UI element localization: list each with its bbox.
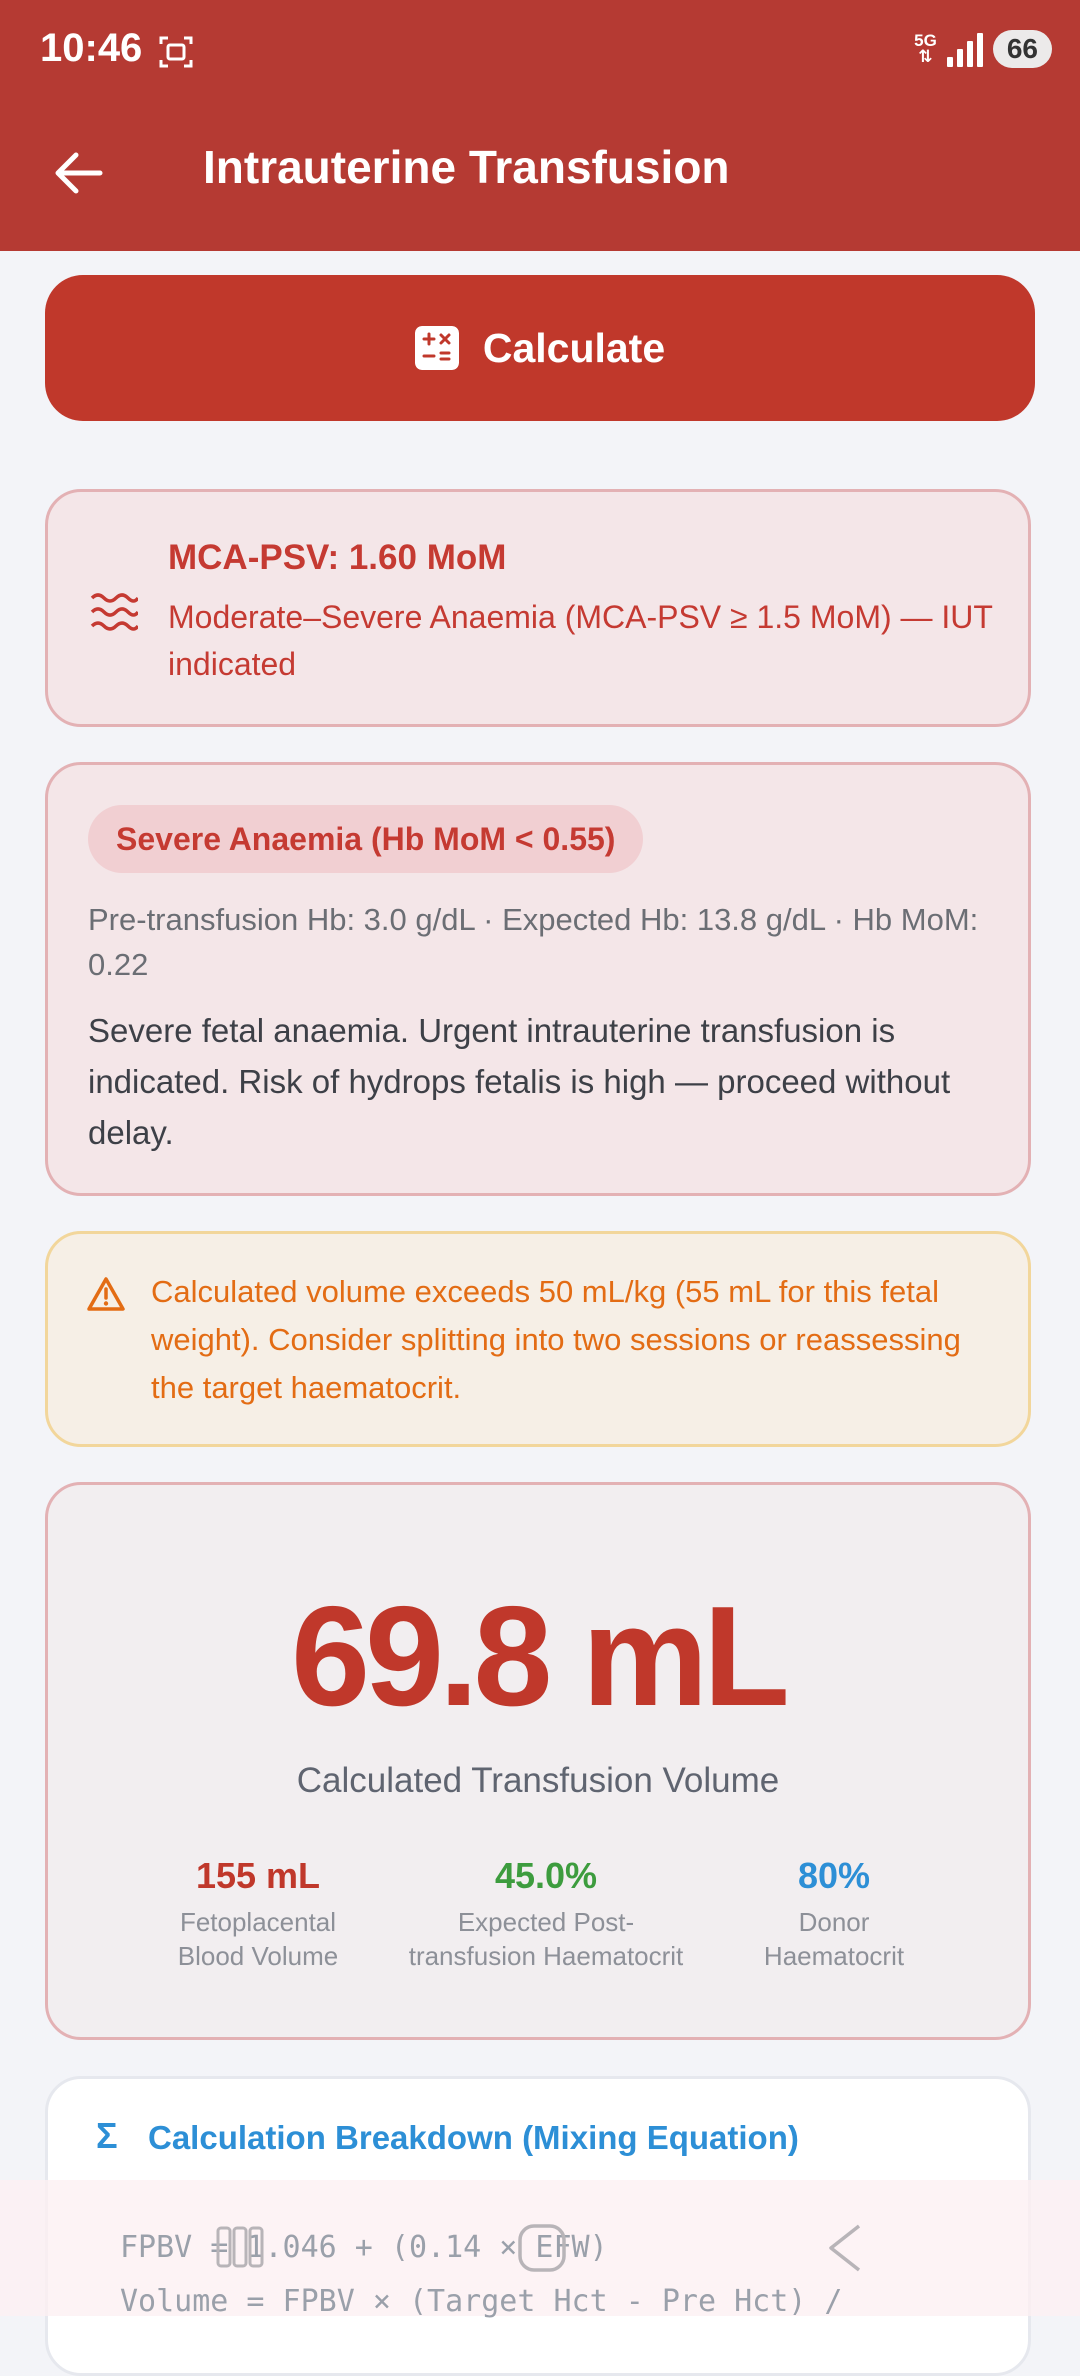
mca-psv-value: MCA-PSV: 1.60 MoM [168, 538, 507, 577]
calculate-label: Calculate [482, 324, 666, 371]
status-indicators: 5G ⇅ 66 [914, 30, 1052, 68]
recents-icon[interactable] [215, 2225, 265, 2269]
breakdown-title: Calculation Breakdown (Mixing Equation) [148, 2119, 799, 2156]
calculate-button[interactable]: Calculate [45, 275, 1035, 421]
stat-post-transfusion-hct: 45.0% Expected Post-transfusion Haematoc… [396, 1855, 696, 1973]
back-chevron-icon[interactable] [825, 2222, 865, 2274]
mca-psv-card: MCA-PSV: 1.60 MoM Moderate–Severe Anaemi… [45, 489, 1031, 727]
stat-value: 45.0% [494, 1855, 598, 1896]
stat-donor-hct: 80% Donor Haematocrit [684, 1855, 984, 1973]
result-card: 69.8 mL Calculated Transfusion Volume 15… [45, 1482, 1031, 2040]
severity-badge: Severe Anaemia (Hb MoM < 0.55) [88, 805, 644, 873]
home-icon[interactable] [516, 2222, 568, 2274]
transfusion-volume-label: Calculated Transfusion Volume [296, 1761, 780, 1800]
network-indicator: 5G ⇅ [914, 32, 937, 66]
stat-label: Fetoplacental Blood Volume [177, 1907, 339, 1971]
app-header: 10:46 5G ⇅ 66 Intrauterine Transfusion [0, 0, 1080, 251]
signal-icon [946, 31, 983, 67]
stat-value: 80% [797, 1855, 871, 1896]
stat-value: 155 mL [195, 1855, 321, 1896]
battery-indicator: 66 [992, 30, 1052, 68]
page-title: Intrauterine Transfusion [203, 141, 730, 193]
transfusion-volume-value: 69.8 mL [291, 1577, 790, 1736]
formula-line: Volume = FPBV × (Target Hct - Pre Hct) / [120, 2284, 843, 2319]
data-arrows-icon: ⇅ [918, 47, 933, 66]
calculator-icon [414, 326, 459, 370]
status-time: 10:46 [40, 26, 143, 70]
stat-fetoplacental-volume: 155 mL Fetoplacental Blood Volume [108, 1855, 408, 1973]
warning-text: Calculated volume exceeds 50 mL/kg (55 m… [151, 1274, 961, 1405]
stat-label: Expected Post-transfusion Haematocrit [408, 1907, 684, 1971]
hemoglobin-values: Pre-transfusion Hb: 3.0 g/dL · Expected … [88, 902, 979, 982]
volume-warning-card: Calculated volume exceeds 50 mL/kg (55 m… [45, 1231, 1031, 1447]
screenshot-icon [159, 36, 193, 68]
arrow-left-icon[interactable] [50, 146, 104, 200]
waves-icon [90, 593, 138, 631]
sigma-icon: Σ [96, 2115, 118, 2156]
stat-label: Donor Haematocrit [763, 1907, 905, 1971]
severity-description: Severe fetal anaemia. Urgent intrauterin… [88, 1012, 951, 1151]
mca-psv-description: Moderate–Severe Anaemia (MCA-PSV ≥ 1.5 M… [168, 599, 993, 682]
warning-triangle-icon [87, 1277, 125, 1311]
severity-card: Severe Anaemia (Hb MoM < 0.55) Pre-trans… [45, 762, 1031, 1196]
